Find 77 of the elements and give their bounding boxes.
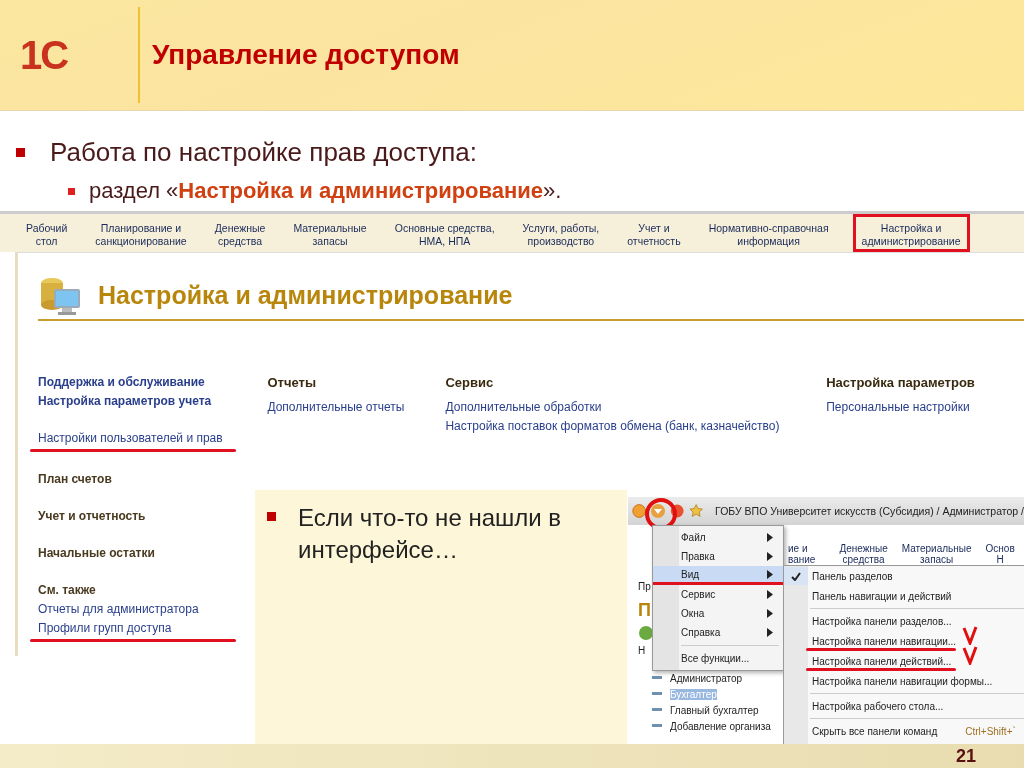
- group-header: Настройка параметров: [826, 374, 976, 392]
- menu-item[interactable]: Вид: [653, 566, 783, 585]
- section-tab[interactable]: Услуги, работы, производство: [518, 214, 604, 252]
- menu-item[interactable]: Настройка рабочего стола...: [784, 696, 1024, 716]
- list-row[interactable]: Главный бухгалтер: [652, 702, 784, 718]
- section-tab[interactable]: Рабочий стол: [22, 214, 72, 252]
- section-tab[interactable]: Нормативно-справочная информация: [704, 214, 833, 252]
- list-row[interactable]: Администратор: [652, 670, 784, 686]
- column-header: Н: [638, 645, 647, 656]
- menu-item[interactable]: Настройка панели разделов...: [784, 611, 1024, 631]
- group-header: Учет и отчетность: [38, 508, 146, 525]
- section-tab[interactable]: Денежные средства: [839, 543, 888, 569]
- nav-link[interactable]: Профили групп доступа: [38, 619, 172, 638]
- row-text: Добавление организа: [670, 720, 771, 732]
- nav-link[interactable]: Персональные настройки: [826, 398, 1024, 417]
- dash-icon: [652, 706, 664, 714]
- section-tab[interactable]: Денежные средства: [210, 214, 270, 252]
- menu-item[interactable]: Все функции...: [653, 649, 783, 668]
- dash-icon: [652, 690, 664, 698]
- menu-item[interactable]: Скрыть все панели команд Ctrl+Shift+`: [784, 721, 1024, 741]
- list-row[interactable]: Добавление организа: [652, 718, 784, 734]
- menu-item[interactable]: Сервис: [653, 585, 783, 604]
- dash-icon: [652, 722, 664, 730]
- caret-icon: [650, 503, 667, 519]
- record-icon: [670, 502, 685, 520]
- nav-link[interactable]: Настройка поставок форматов обмена (банк, казначейство): [445, 417, 827, 436]
- form-heading: П: [638, 600, 652, 621]
- group-header: План счетов: [38, 471, 112, 488]
- nav-link[interactable]: Настройки пользователей и прав: [38, 429, 223, 448]
- menu-item[interactable]: Панель навигации и действий: [784, 586, 1024, 606]
- nav-link[interactable]: Настройка параметров учета: [38, 392, 212, 411]
- section-tab[interactable]: Основные средства, НМА, НПА: [390, 214, 499, 252]
- nav-link[interactable]: Дополнительные обработки: [445, 398, 827, 417]
- row-text: Администратор: [670, 672, 743, 684]
- section-tab[interactable]: ие и вание: [788, 543, 816, 569]
- menu-item[interactable]: Справка: [653, 623, 783, 642]
- dash-icon: [652, 674, 664, 682]
- section-tab[interactable]: Материальные запасы: [289, 214, 371, 252]
- section-tab[interactable]: Настройка и администрирование: [852, 214, 970, 252]
- annotation-check-icon: [962, 645, 978, 665]
- annotation-check-icon: [962, 625, 978, 645]
- nav-link[interactable]: Дополнительные отчеты: [267, 398, 446, 417]
- menu-item[interactable]: Настройка панели навигации формы...: [784, 671, 1024, 691]
- menu-item[interactable]: Панель разделов: [784, 566, 1024, 586]
- page-number: 21: [955, 745, 976, 767]
- row-text: Главный бухгалтер: [670, 704, 759, 716]
- section-tab[interactable]: Основ Н: [985, 543, 1015, 569]
- bullet-icon: [267, 512, 276, 521]
- logo: 1С: [20, 32, 69, 78]
- logo-icon: [632, 502, 647, 520]
- menu-item[interactable]: Настройка панели действий...: [784, 651, 1024, 671]
- status-icon: [638, 625, 654, 641]
- group-header: Начальные остатки: [38, 545, 155, 562]
- group-header: Сервис: [445, 374, 495, 392]
- menu-item[interactable]: Окна: [653, 604, 783, 623]
- star-icon: [688, 502, 704, 520]
- nav-link[interactable]: Поддержка и обслуживание: [38, 373, 205, 392]
- bullet-icon: [16, 148, 25, 157]
- menu-item[interactable]: Настройка панели навигации...: [784, 631, 1024, 651]
- slide-title: Управление доступом: [152, 39, 460, 71]
- window-title: ГОБУ ВПО Университет искусств (Субсидия) / Администратор /: [715, 505, 1024, 517]
- group-header: Отчеты: [267, 374, 317, 392]
- bullet-text: Работа по настройке прав доступа:: [50, 137, 477, 168]
- shortcut-text: Ctrl+Shift+`: [965, 725, 1016, 737]
- row-text: Бухгалтер: [670, 688, 717, 700]
- section-tab[interactable]: Учет и отчетность: [623, 214, 685, 252]
- page-heading: Настройка и администрирование: [98, 280, 513, 310]
- section-tab[interactable]: Материальные запасы: [901, 543, 972, 569]
- callout-text: Если что-то не нашли в интерфейсе…: [298, 503, 563, 565]
- menu-button[interactable]: [650, 502, 667, 520]
- bullet-icon: [68, 187, 75, 195]
- bullet-text: раздел «Настройка и администрирование».: [89, 178, 562, 204]
- section-tab[interactable]: Планирование и санкционирование: [91, 214, 191, 252]
- menu-item[interactable]: Файл: [653, 528, 783, 547]
- nav-link[interactable]: Отчеты для администратора: [38, 600, 199, 619]
- menu-item[interactable]: Правка: [653, 547, 783, 566]
- group-header: См. также: [38, 582, 96, 599]
